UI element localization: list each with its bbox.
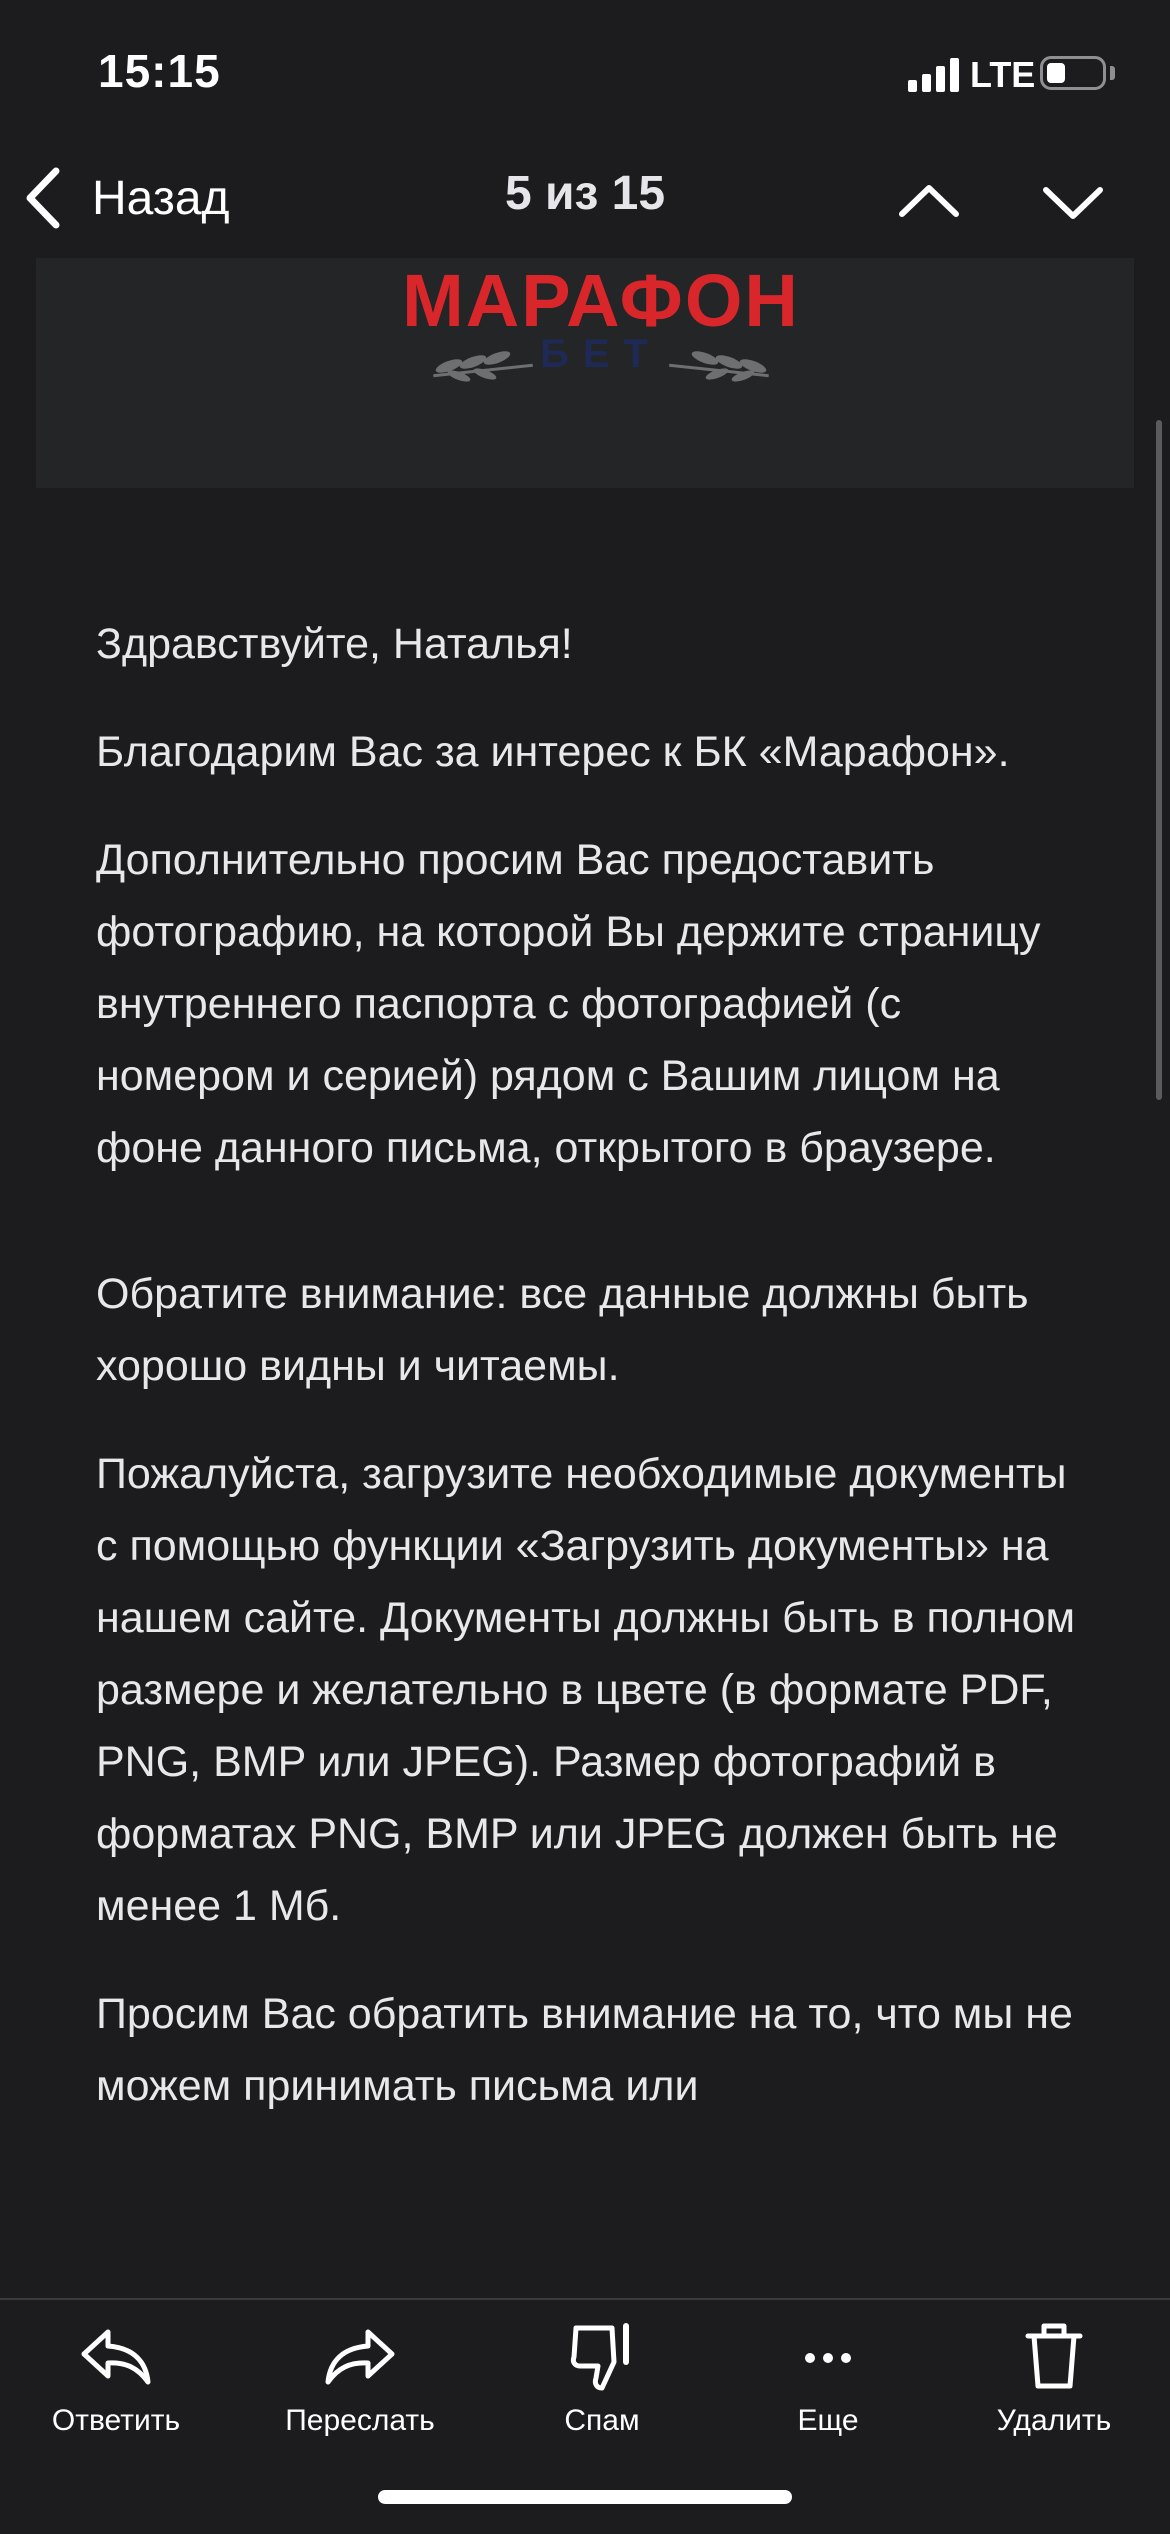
nav-bar: Назад 5 из 15 (0, 150, 1170, 260)
message-counter: 5 из 15 (504, 167, 666, 220)
spam-label: Спам (564, 2404, 640, 2437)
email-paragraph: Благодарим Вас за интерес к БК «Марафон»… (96, 728, 1010, 776)
email-banner: МАРАФОН БЕТ (36, 258, 1134, 488)
more-icon (805, 2353, 851, 2363)
status-time: 15:15 (98, 45, 221, 97)
network-type: LTE (970, 54, 1036, 95)
chevron-left-icon (26, 167, 60, 229)
email-paragraph: Дополнительно просим Вас предоставить фо… (96, 836, 1041, 1172)
back-button[interactable]: Назад (20, 158, 230, 238)
greeting: Здравствуйте, Наталья! (96, 620, 573, 668)
chevron-up-icon[interactable] (894, 166, 964, 236)
spam-button[interactable]: Спам (502, 2318, 702, 2438)
email-body: Здравствуйте, Наталья! Благодарим Вас за… (96, 608, 1086, 2158)
thumbs-down-icon (570, 2323, 629, 2391)
marathon-logo: МАРАФОН БЕТ (371, 258, 831, 398)
reply-button[interactable]: Ответить (16, 2318, 216, 2438)
chevron-down-icon[interactable] (1038, 166, 1108, 236)
back-label: Назад (92, 171, 230, 225)
trash-icon (1025, 2323, 1083, 2389)
delete-label: Удалить (996, 2404, 1112, 2437)
reply-icon (81, 2329, 151, 2385)
reply-label: Ответить (51, 2404, 181, 2437)
scroll-indicator[interactable] (1156, 420, 1162, 1100)
more-label: Еще (797, 2404, 859, 2437)
battery-icon (1040, 56, 1106, 90)
forward-icon (325, 2329, 395, 2385)
status-bar: 15:15 LTE (0, 0, 1170, 150)
laurel-right-icon (669, 351, 769, 382)
logo-text: МАРАФОН (402, 259, 800, 342)
battery-cap (1110, 66, 1115, 80)
forward-button[interactable]: Переслать (260, 2318, 460, 2438)
email-paragraph: Просим Вас обратить внимание на то, что … (96, 1990, 1073, 2110)
email-paragraph: Обратите внимание: все данные должны быт… (96, 1270, 1029, 1390)
email-paragraph: Пожалуйста, загрузите необходимые докуме… (96, 1450, 1076, 1930)
forward-label: Переслать (285, 2404, 435, 2437)
signal-icon (908, 58, 960, 92)
more-button[interactable]: Еще (728, 2318, 928, 2438)
home-indicator[interactable] (378, 2490, 792, 2504)
delete-button[interactable]: Удалить (954, 2318, 1154, 2438)
